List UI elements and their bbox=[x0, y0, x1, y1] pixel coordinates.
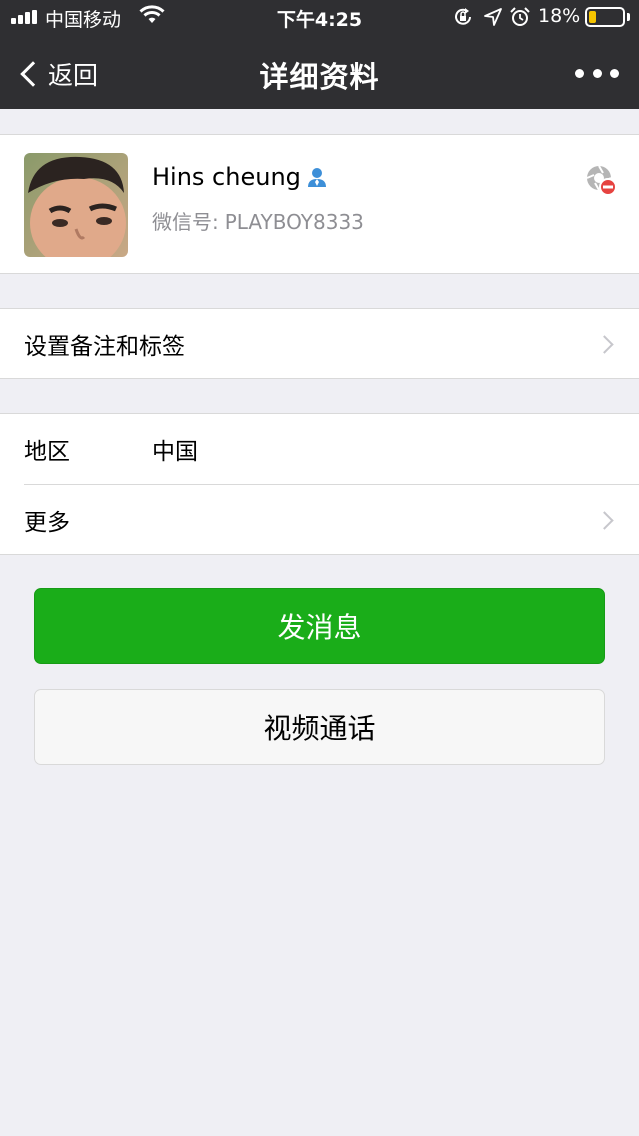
send-message-button[interactable]: 发消息 bbox=[34, 588, 605, 664]
male-icon bbox=[307, 168, 326, 187]
more-dots-icon[interactable] bbox=[575, 63, 619, 83]
remark-row[interactable]: 设置备注和标签 bbox=[0, 309, 639, 379]
video-call-button[interactable]: 视频通话 bbox=[34, 689, 605, 765]
chevron-right-icon bbox=[595, 334, 614, 354]
status-bar: 中国移动 下午4:25 18% bbox=[0, 0, 639, 36]
contact-name: Hins cheung bbox=[152, 163, 301, 191]
battery-tip bbox=[627, 13, 630, 21]
region-value: 中国 bbox=[152, 439, 198, 465]
wechat-id: 微信号: PLAYBOY8333 bbox=[152, 206, 364, 235]
blocked-moments-icon bbox=[586, 165, 617, 196]
remark-section: 设置备注和标签 bbox=[0, 308, 639, 379]
name-row: Hins cheung bbox=[152, 163, 329, 191]
orientation-lock-icon bbox=[455, 8, 471, 25]
info-section: 地区 中国 更多 bbox=[0, 413, 639, 555]
wechat-id-value: PLAYBOY8333 bbox=[224, 210, 364, 234]
remark-label: 设置备注和标签 bbox=[24, 334, 185, 360]
battery-icon bbox=[585, 7, 625, 27]
page-title: 详细资料 bbox=[259, 60, 380, 94]
location-icon bbox=[484, 8, 502, 26]
region-label: 地区 bbox=[24, 439, 70, 465]
profile-card: Hins cheung 微信号: PLAYBOY8333 bbox=[0, 134, 639, 274]
top-bar: 中国移动 下午4:25 18% 返回 详细资料 bbox=[0, 0, 639, 109]
more-label: 更多 bbox=[24, 510, 70, 536]
battery-percent: 18% bbox=[538, 5, 581, 27]
chevron-right-icon bbox=[595, 510, 614, 530]
wechat-id-label: 微信号: bbox=[152, 210, 219, 234]
avatar[interactable] bbox=[24, 153, 128, 257]
more-row[interactable]: 更多 bbox=[0, 485, 639, 555]
region-row: 地区 中国 bbox=[0, 414, 639, 484]
alarm-icon bbox=[510, 7, 530, 26]
